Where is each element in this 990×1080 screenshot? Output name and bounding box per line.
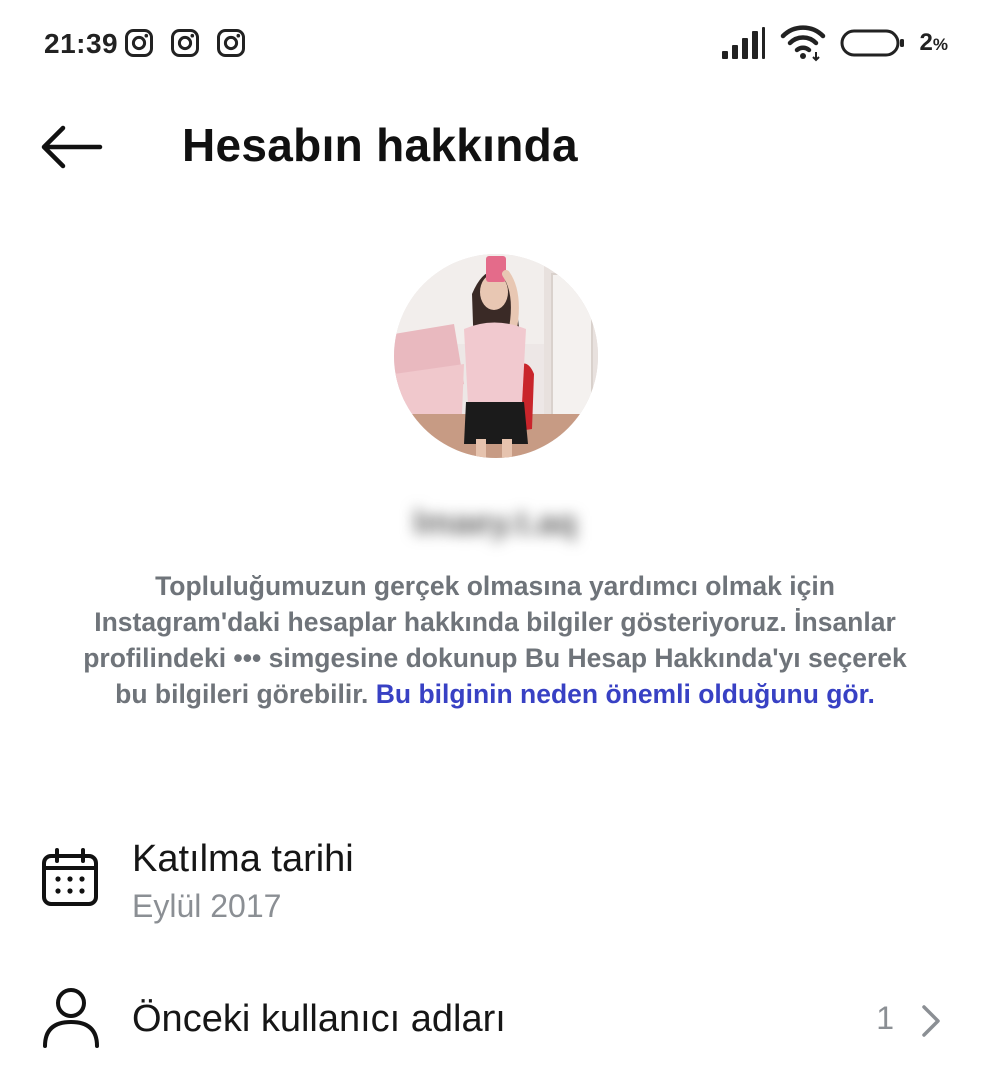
battery-icon bbox=[840, 29, 904, 57]
calendar-icon bbox=[42, 848, 98, 906]
back-arrow-icon bbox=[41, 125, 103, 169]
join-date-label: Katılma tarihi bbox=[132, 838, 354, 880]
person-icon bbox=[43, 988, 99, 1048]
join-date-row: Katılma tarihi Eylül 2017 bbox=[0, 830, 990, 940]
back-button[interactable] bbox=[38, 124, 104, 170]
profile-avatar bbox=[394, 254, 598, 458]
status-right: 2% bbox=[720, 24, 948, 62]
status-time: 21:39 bbox=[44, 28, 119, 59]
header: Hesabın hakkında bbox=[0, 100, 990, 190]
instagram-icon bbox=[125, 29, 153, 57]
join-date-value: Eylül 2017 bbox=[132, 888, 282, 924]
notification-icons bbox=[124, 28, 246, 58]
previous-usernames-count: 1 bbox=[876, 1000, 894, 1036]
previous-usernames-row[interactable]: Önceki kullanıcı adları 1 bbox=[0, 970, 990, 1070]
about-account-screen: 21:39 2% Hesabın hakkında lmaey.t.aq Top… bbox=[0, 0, 990, 1080]
wifi-icon bbox=[780, 25, 825, 62]
instagram-icon bbox=[171, 29, 199, 57]
status-bar: 21:39 2% bbox=[0, 0, 990, 90]
instagram-icon bbox=[217, 29, 245, 57]
profile-username: lmaey.t.aq bbox=[413, 503, 577, 542]
learn-why-link[interactable]: Bu bilginin neden önemli olduğunu gör. bbox=[376, 679, 875, 709]
previous-usernames-label: Önceki kullanıcı adları bbox=[132, 998, 506, 1040]
page-title: Hesabın hakkında bbox=[182, 119, 578, 171]
chevron-right-icon bbox=[922, 1005, 940, 1037]
battery-percentage: 2% bbox=[919, 29, 948, 56]
signal-icon bbox=[721, 27, 765, 59]
info-description: Topluluğumuzun gerçek olmasına yardımcı … bbox=[70, 568, 920, 712]
